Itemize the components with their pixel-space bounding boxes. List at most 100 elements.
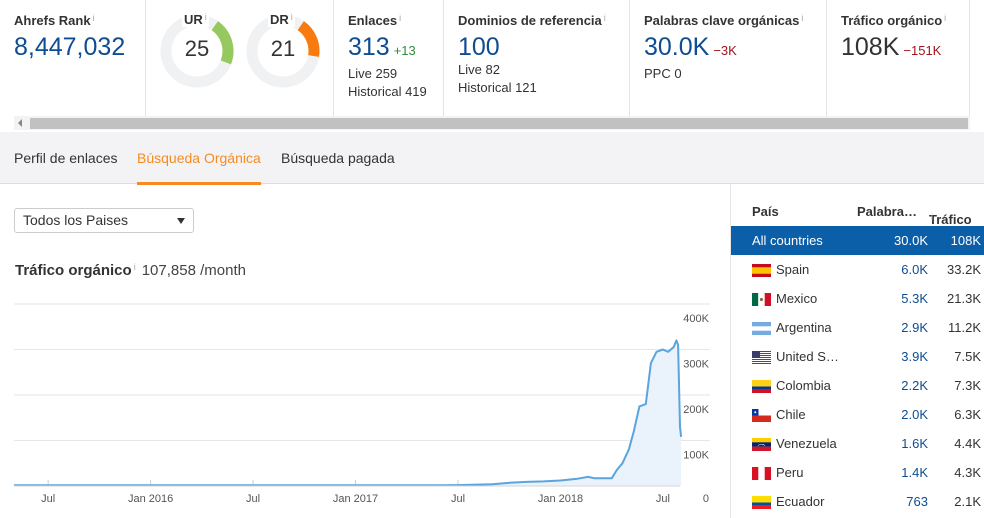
info-icon[interactable]: i — [291, 12, 293, 22]
metric-gauges: UR i 25 DR i 21 — [146, 0, 334, 116]
country-name: Colombia — [776, 378, 831, 393]
country-row[interactable]: Peru 1.4K 4.3K — [731, 458, 984, 487]
info-icon[interactable]: i — [399, 13, 401, 23]
info-icon[interactable]: i — [205, 12, 207, 22]
country-row[interactable]: Ecuador 763 2.1K — [731, 487, 984, 516]
palabras-delta: −3K — [713, 43, 737, 58]
country-row[interactable]: United S… 3.9K 7.5K — [731, 342, 984, 371]
country-row[interactable]: Spain 6.0K 33.2K — [731, 255, 984, 284]
flag-argentina-icon — [752, 322, 771, 335]
y-tick-label: 0 — [703, 493, 709, 505]
country-select[interactable]: Todos los Paises — [14, 208, 194, 233]
country-keywords: 30.0K — [894, 233, 928, 248]
scrollbar-thumb[interactable] — [30, 118, 968, 129]
x-tick-label: Jul — [451, 493, 465, 505]
metric-label: Enlaces — [348, 13, 398, 28]
country-keywords: 2.0K — [901, 407, 928, 422]
country-traffic: 11.2K — [947, 320, 981, 335]
metrics-bar: Ahrefs Rank i 8,447,032 UR i 25 DR i 21 Enl… — [0, 0, 984, 116]
country-keywords: 2.9K — [901, 320, 928, 335]
country-row[interactable]: Mexico 5.3K 21.3K — [731, 284, 984, 313]
metric-trafico: Tráfico orgánico i 108K −151K — [827, 0, 970, 116]
country-name: All countries — [752, 233, 823, 248]
traffic-area — [14, 340, 682, 486]
traffic-summary-value: 107,858 /month — [141, 262, 246, 279]
x-tick-label: Jul — [246, 493, 260, 505]
traffic-summary-title: Tráfico orgánico — [15, 262, 132, 279]
y-tick-label: 200K — [683, 404, 709, 416]
trafico-value: 108K — [841, 33, 900, 61]
metric-enlaces: Enlaces i 313 +13 Live 259 Historical 419 — [334, 0, 444, 116]
country-keywords: 763 — [906, 494, 928, 509]
country-select-value: Todos los Paises — [23, 212, 129, 228]
scroll-left-arrow-icon[interactable] — [18, 119, 22, 127]
flag-ecuador-icon — [752, 496, 771, 509]
chevron-down-icon — [177, 218, 185, 224]
dr-gauge: DR i 21 — [246, 12, 320, 88]
country-rows: All countries 30.0K 108K Spain 6.0K 33.2K Mexi… — [731, 226, 984, 516]
country-name: Chile — [776, 407, 806, 422]
flag-venezuela-icon — [752, 438, 771, 451]
country-traffic: 4.3K — [954, 465, 981, 480]
info-icon[interactable]: i — [134, 262, 136, 272]
info-icon[interactable]: i — [944, 13, 946, 23]
ur-label: UR — [184, 12, 203, 27]
x-tick-label: Jul — [41, 493, 55, 505]
country-row[interactable]: Venezuela 1.6K 4.4K — [731, 429, 984, 458]
enlaces-value[interactable]: 313 — [348, 33, 390, 61]
x-tick-label: Jul — [656, 493, 670, 505]
country-traffic: 21.3K — [947, 291, 981, 306]
horizontal-scrollbar[interactable] — [14, 116, 970, 130]
country-name: Venezuela — [776, 436, 837, 451]
column-header-keywords[interactable]: Palabra… — [857, 204, 917, 219]
country-name: Mexico — [776, 291, 818, 306]
tab-busqueda-pagada[interactable]: Búsqueda pagada — [281, 132, 395, 184]
tab-busqueda-organica[interactable]: Búsqueda Orgánica — [137, 132, 261, 185]
traffic-line — [14, 339, 683, 487]
enlaces-historical[interactable]: Historical 419 — [348, 83, 429, 101]
country-keywords: 5.3K — [901, 291, 928, 306]
country-traffic: 7.5K — [954, 349, 981, 364]
x-tick-label: Jan 2017 — [333, 493, 378, 505]
dominios-live[interactable]: Live 82 — [458, 61, 615, 79]
metric-label: Palabras clave orgánicas — [644, 13, 800, 28]
x-tick-label: Jan 2016 — [128, 493, 173, 505]
flag-united-states-icon — [752, 351, 771, 364]
dr-label: DR — [270, 12, 289, 27]
metric-ahrefs-rank: Ahrefs Rank i 8,447,032 — [0, 0, 146, 116]
traffic-header-label: Tráfico — [929, 212, 972, 227]
country-table: País Palabra… Tráfico i All countries 30.0… — [731, 196, 984, 516]
trafico-delta: −151K — [903, 43, 942, 58]
country-name: Peru — [776, 465, 804, 480]
country-keywords: 1.4K — [901, 465, 928, 480]
country-table-header: País Palabra… Tráfico i — [731, 196, 984, 227]
column-header-country[interactable]: País — [752, 204, 779, 219]
country-keywords: 3.9K — [901, 349, 928, 364]
palabras-ppc: PPC 0 — [644, 66, 682, 81]
dominios-value[interactable]: 100 — [458, 33, 615, 61]
tab-perfil-de-enlaces[interactable]: Perfil de enlaces — [14, 132, 118, 184]
enlaces-live[interactable]: Live 259 — [348, 65, 429, 83]
dominios-historical[interactable]: Historical 121 — [458, 79, 615, 97]
country-keywords: 2.2K — [901, 378, 928, 393]
country-traffic: 108K — [950, 233, 981, 248]
info-icon[interactable]: i — [93, 13, 95, 23]
ur-value: 25 — [184, 36, 210, 61]
country-row[interactable]: All countries 30.0K 108K — [731, 226, 984, 255]
ahrefs-rank-value: 8,447,032 — [14, 33, 126, 61]
country-row[interactable]: Argentina 2.9K 11.2K — [731, 313, 984, 342]
y-tick-label: 100K — [683, 450, 709, 462]
palabras-value[interactable]: 30.0K — [644, 33, 709, 61]
organic-traffic-chart: 0 100K 200K 300K 400K Jul Jan 2016 Jul Jan 2017 J… — [14, 303, 710, 505]
metric-label: Dominios de referencia — [458, 13, 602, 28]
country-traffic: 33.2K — [947, 262, 981, 277]
y-tick-label: 400K — [683, 313, 709, 325]
country-traffic: 6.3K — [954, 407, 981, 422]
country-traffic: 7.3K — [954, 378, 981, 393]
info-icon[interactable]: i — [931, 212, 933, 222]
info-icon[interactable]: i — [801, 13, 803, 23]
country-row[interactable]: Colombia 2.2K 7.3K — [731, 371, 984, 400]
country-row[interactable]: Chile 2.0K 6.3K — [731, 400, 984, 429]
country-traffic: 2.1K — [954, 494, 981, 509]
info-icon[interactable]: i — [604, 13, 606, 23]
